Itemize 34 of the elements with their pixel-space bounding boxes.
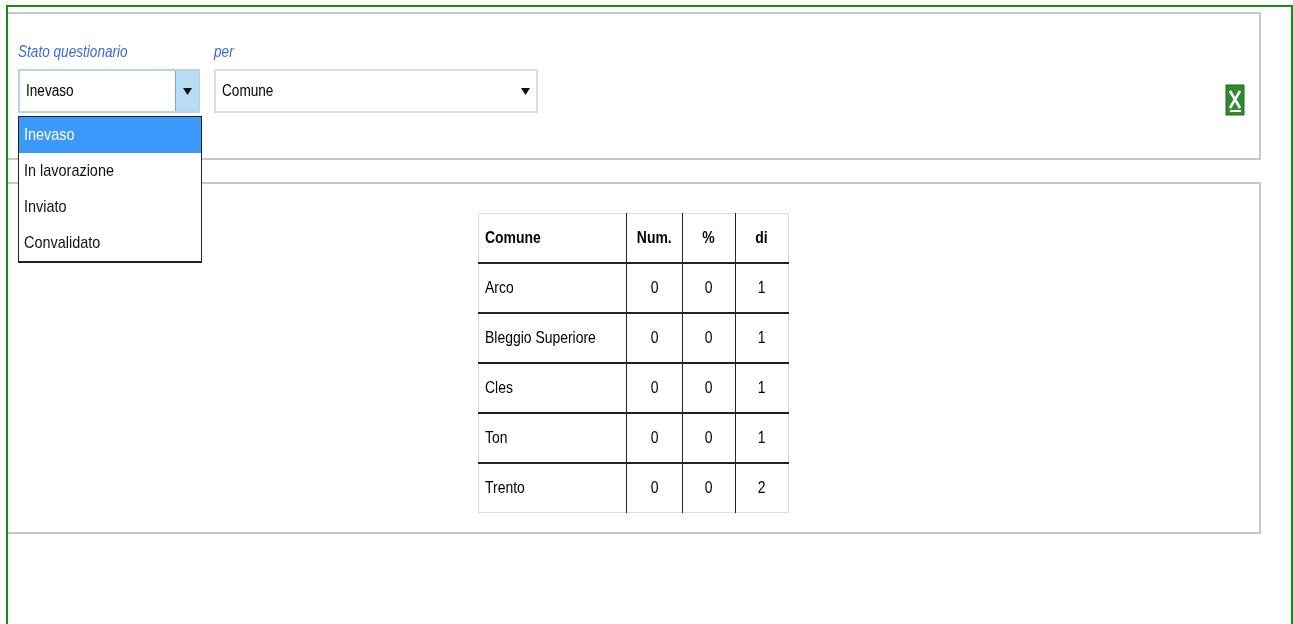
table-cell: 0 — [626, 263, 683, 313]
table-cell: 2 — [735, 463, 789, 513]
column-header: Num. — [626, 213, 683, 263]
dropdown-field[interactable]: Inevaso — [18, 69, 200, 113]
table-cell: Ton — [478, 413, 627, 463]
table-cell: 0 — [682, 463, 736, 513]
table-cell: 1 — [735, 313, 789, 363]
dropdown-option[interactable]: Inviato — [19, 189, 201, 225]
column-header: Comune — [478, 213, 627, 263]
dropdown-option[interactable]: Convalidato — [19, 225, 201, 261]
table-cell: Arco — [478, 263, 627, 313]
table-cell: 0 — [682, 313, 736, 363]
dropdown-field[interactable]: Comune — [214, 69, 538, 113]
dropdown-option[interactable]: In lavorazione — [19, 153, 201, 189]
column-header: % — [682, 213, 736, 263]
table-cell: 0 — [682, 363, 736, 413]
table-cell: 0 — [682, 413, 736, 463]
table-cell: 0 — [626, 363, 683, 413]
table-cell: 0 — [626, 413, 683, 463]
table-cell: 0 — [626, 463, 683, 513]
table-cell: Trento — [478, 463, 627, 513]
excel-export-icon[interactable] — [1225, 84, 1245, 116]
table-cell: 1 — [735, 413, 789, 463]
caret-icon — [520, 87, 530, 95]
filter-label: per — [214, 43, 235, 61]
table-cell: 1 — [735, 263, 789, 313]
caret-icon — [182, 87, 192, 95]
table-cell: 1 — [735, 363, 789, 413]
table-cell: Bleggio Superiore — [478, 313, 627, 363]
column-header: di — [735, 213, 789, 263]
filter-label: Stato questionario — [18, 43, 129, 61]
table-cell: 0 — [682, 263, 736, 313]
table-cell: Cles — [478, 363, 627, 413]
table-cell: 0 — [626, 313, 683, 363]
